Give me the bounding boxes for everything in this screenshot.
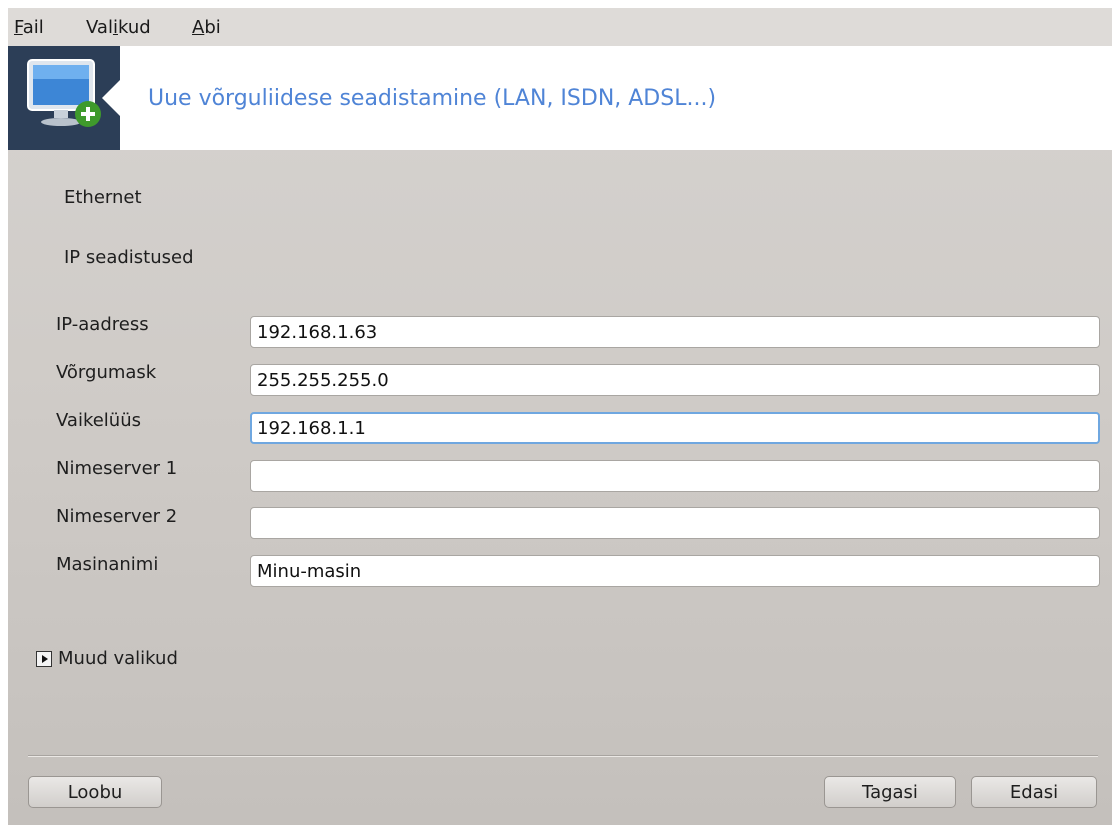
more-options-label: Muud valikud bbox=[58, 648, 178, 669]
cancel-button[interactable]: Loobu bbox=[28, 776, 162, 808]
menu-options[interactable]: Valikud bbox=[86, 17, 151, 38]
ip-address-input[interactable] bbox=[250, 316, 1100, 348]
back-button[interactable]: Tagasi bbox=[824, 776, 956, 808]
expander-arrow-icon bbox=[36, 650, 52, 667]
ip-settings-heading: IP seadistused bbox=[64, 247, 194, 268]
netmask-input[interactable] bbox=[250, 364, 1100, 396]
dns2-input[interactable] bbox=[250, 507, 1100, 539]
menubar: Fail Valikud Abi bbox=[8, 8, 1112, 46]
menu-help[interactable]: Abi bbox=[192, 17, 221, 38]
hostname-label: Masinanimi bbox=[56, 554, 159, 575]
hostname-input[interactable] bbox=[250, 555, 1100, 587]
dns2-label: Nimeserver 2 bbox=[56, 506, 178, 527]
dns1-label: Nimeserver 1 bbox=[56, 458, 178, 479]
more-options-expander[interactable]: Muud valikud bbox=[36, 648, 178, 669]
gateway-label: Vaikelüüs bbox=[56, 410, 141, 431]
ip-address-label: IP-aadress bbox=[56, 314, 149, 335]
menu-file[interactable]: Fail bbox=[14, 17, 44, 38]
interface-type-label: Ethernet bbox=[64, 187, 142, 208]
wizard-banner: Uue võrguliidese seadistamine (LAN, ISDN… bbox=[8, 46, 1112, 150]
network-wizard-window: Fail Valikud Abi Uue võrguliidese seadis… bbox=[8, 8, 1112, 825]
button-separator bbox=[28, 755, 1098, 757]
netmask-label: Võrgumask bbox=[56, 362, 157, 383]
wizard-title: Uue võrguliidese seadistamine (LAN, ISDN… bbox=[148, 86, 717, 111]
dns1-input[interactable] bbox=[250, 460, 1100, 492]
banner-pointer bbox=[102, 80, 120, 116]
next-button[interactable]: Edasi bbox=[971, 776, 1097, 808]
gateway-input[interactable] bbox=[250, 412, 1100, 444]
